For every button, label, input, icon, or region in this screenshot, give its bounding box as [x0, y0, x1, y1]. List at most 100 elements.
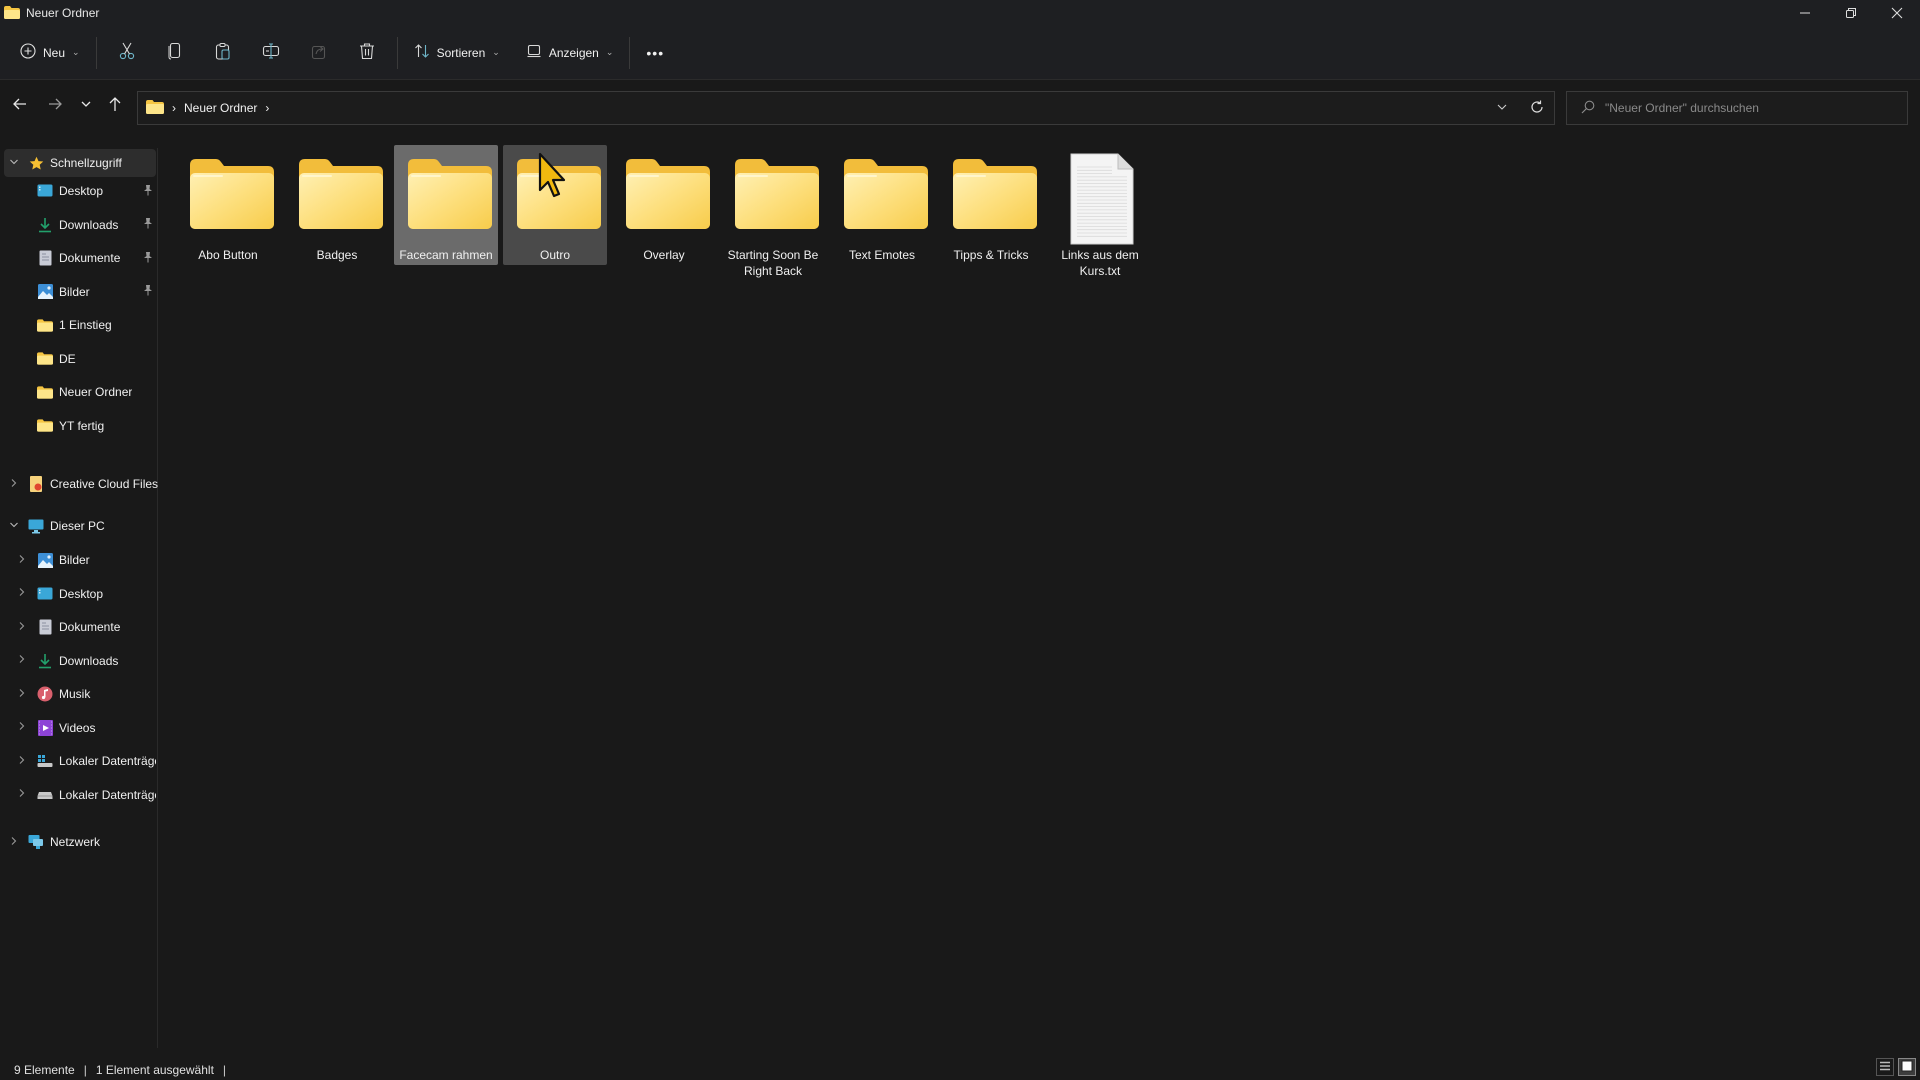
- chevron-right-icon[interactable]: [16, 554, 28, 567]
- creative-cloud-icon: [28, 476, 44, 492]
- view-toggles: [1876, 1058, 1916, 1076]
- folder-item[interactable]: Badges: [285, 145, 389, 265]
- more-options-button[interactable]: •••: [636, 35, 674, 71]
- chevron-down-icon[interactable]: [8, 157, 20, 170]
- folder-item[interactable]: Text Emotes: [830, 145, 934, 265]
- chevron-right-icon[interactable]: [16, 688, 28, 701]
- breadcrumb-separator[interactable]: ›: [172, 101, 176, 115]
- address-bar[interactable]: › Neuer Ordner ›: [137, 91, 1555, 125]
- sidebar-item-label: Downloads: [59, 217, 119, 232]
- up-button[interactable]: [101, 92, 129, 120]
- folder-icon: [299, 159, 383, 229]
- sidebar-item-pc-dokumente[interactable]: Dokumente: [4, 613, 156, 641]
- file-item[interactable]: Links aus dem Kurs.txt: [1048, 145, 1152, 278]
- pin-icon[interactable]: [143, 217, 153, 232]
- refresh-icon: [1530, 100, 1544, 117]
- sidebar-item-pc-desktop[interactable]: Desktop: [4, 580, 156, 608]
- pictures-icon: [37, 552, 53, 568]
- divider: [396, 36, 398, 69]
- sidebar-item-creative-cloud[interactable]: Creative Cloud Files: [4, 470, 159, 498]
- address-history-button[interactable]: [1496, 101, 1508, 116]
- sidebar-item-de[interactable]: DE: [4, 345, 156, 373]
- status-bar: 9 Elemente | 1 Element ausgewählt |: [0, 1060, 1920, 1080]
- search-box[interactable]: [1566, 91, 1908, 125]
- copy-button[interactable]: [151, 35, 199, 71]
- sidebar-item-label: Lokaler Datenträger: [59, 787, 156, 802]
- sidebar-item-desktop[interactable]: Desktop: [4, 177, 156, 205]
- share-button[interactable]: [295, 35, 343, 71]
- sort-button[interactable]: Sortieren ⌄: [404, 35, 510, 71]
- breadcrumb-separator[interactable]: ›: [265, 101, 269, 115]
- sidebar-item-quick-access[interactable]: Schnellzugriff: [4, 149, 156, 177]
- chevron-right-icon[interactable]: [8, 478, 20, 491]
- sidebar-item-label: Creative Cloud Files: [50, 477, 159, 491]
- back-button[interactable]: [6, 92, 34, 120]
- search-input[interactable]: [1605, 101, 1895, 115]
- folder-item[interactable]: Tipps & Tricks: [939, 145, 1043, 265]
- search-icon: [1581, 100, 1595, 117]
- plus-circle-icon: [20, 43, 36, 62]
- sidebar-item-label: Downloads: [59, 653, 119, 668]
- breadcrumb-item[interactable]: Neuer Ordner: [184, 101, 257, 115]
- details-view-button[interactable]: [1876, 1058, 1894, 1076]
- chevron-right-icon[interactable]: [16, 621, 28, 634]
- chevron-right-icon[interactable]: [16, 788, 28, 801]
- sidebar-item-pc-musik[interactable]: Musik: [4, 680, 156, 708]
- item-name: Starting Soon Be Right Back: [727, 248, 819, 278]
- recent-locations-button[interactable]: [72, 92, 100, 120]
- sidebar-item-pc-downloads[interactable]: Downloads: [4, 647, 156, 675]
- folder-icon: [517, 159, 601, 229]
- folder-item[interactable]: Abo Button: [176, 145, 280, 265]
- paste-icon: [214, 42, 232, 63]
- drive-windows-icon: [37, 753, 53, 769]
- sidebar-item-bilder[interactable]: Bilder: [4, 278, 156, 306]
- sidebar-item-pc-lokaler-datenträger[interactable]: Lokaler Datenträger: [4, 747, 156, 775]
- sidebar-item-label: Bilder: [59, 284, 90, 299]
- restore-icon: [1845, 6, 1857, 24]
- chevron-right-icon[interactable]: [16, 587, 28, 600]
- rename-button[interactable]: [247, 35, 295, 71]
- folder-icon: [37, 317, 53, 333]
- pin-icon[interactable]: [143, 184, 153, 199]
- sidebar-item-dokumente[interactable]: Dokumente: [4, 244, 156, 272]
- paste-button[interactable]: [199, 35, 247, 71]
- chevron-down-icon[interactable]: [8, 520, 20, 533]
- chevron-right-icon[interactable]: [16, 654, 28, 667]
- sidebar-item-1-einstieg[interactable]: 1 Einstieg: [4, 311, 156, 339]
- chevron-right-icon[interactable]: [16, 755, 28, 768]
- sidebar-item-yt-fertig[interactable]: YT fertig: [4, 412, 156, 440]
- pin-icon[interactable]: [143, 251, 153, 266]
- arrow-up-icon: [107, 96, 123, 117]
- sidebar-item-pc-bilder[interactable]: Bilder: [4, 546, 156, 574]
- chevron-right-icon[interactable]: [8, 836, 20, 849]
- folder-item[interactable]: Facecam rahmen: [394, 145, 498, 265]
- desktop-icon: [37, 586, 53, 602]
- folder-item[interactable]: Outro: [503, 145, 607, 265]
- refresh-button[interactable]: [1530, 100, 1544, 117]
- large-icons-view-button[interactable]: [1898, 1058, 1916, 1076]
- sidebar-item-label: 1 Einstieg: [59, 318, 112, 332]
- navigation-pane: Schnellzugriff Desktop Downloads Dokumente…: [0, 148, 158, 1048]
- folder-item[interactable]: Overlay: [612, 145, 716, 265]
- forward-button[interactable]: [41, 92, 69, 120]
- new-button[interactable]: Neu ⌄: [10, 35, 90, 71]
- sidebar-item-network[interactable]: Netzwerk: [4, 828, 156, 856]
- folder-icon: [953, 159, 1037, 229]
- sidebar-item-neuer-ordner[interactable]: Neuer Ordner: [4, 378, 156, 406]
- chevron-right-icon[interactable]: [16, 721, 28, 734]
- cut-button[interactable]: [103, 35, 151, 71]
- folder-item[interactable]: Starting Soon Be Right Back: [721, 145, 825, 278]
- folder-icon: [37, 418, 53, 434]
- delete-button[interactable]: [343, 35, 391, 71]
- sidebar-item-pc-lokaler-datenträger[interactable]: Lokaler Datenträger: [4, 781, 156, 809]
- sidebar-item-label: Netzwerk: [50, 835, 101, 849]
- sidebar-item-this-pc[interactable]: Dieser PC: [4, 512, 156, 540]
- sidebar-item-label: Desktop: [59, 184, 104, 198]
- pin-icon[interactable]: [143, 284, 153, 299]
- sidebar-item-downloads[interactable]: Downloads: [4, 211, 156, 239]
- folder-icon: [844, 159, 928, 229]
- view-button[interactable]: Anzeigen ⌄: [516, 35, 624, 71]
- sidebar-item-pc-videos[interactable]: Videos: [4, 714, 156, 742]
- share-icon: [310, 42, 328, 63]
- computer-icon: [28, 518, 44, 534]
